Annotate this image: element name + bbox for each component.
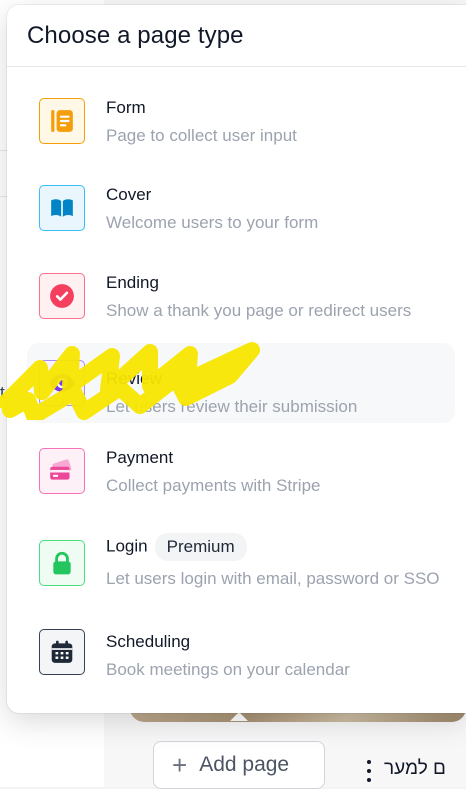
eye-icon: [39, 360, 85, 406]
page-type-review[interactable]: Review Let users review their submission: [27, 343, 455, 423]
book-open-icon: [39, 185, 85, 231]
item-title: Review: [106, 369, 162, 388]
item-description: Let users login with email, password or …: [106, 569, 440, 588]
form-icon: [39, 98, 85, 144]
page-type-dialog: Choose a page type Form Page to collect …: [7, 5, 466, 713]
item-title-row: Login Premium: [106, 533, 247, 561]
page-type-ending[interactable]: Ending Show a thank you page or redirect…: [27, 263, 455, 333]
calendar-icon: [39, 629, 85, 675]
page-type-form[interactable]: Form Page to collect user input: [27, 88, 455, 158]
item-title: Login: [106, 536, 148, 556]
item-title: Payment: [106, 448, 174, 467]
page-type-cover[interactable]: Cover Welcome users to your form: [27, 175, 455, 245]
item-description: Page to collect user input: [106, 126, 297, 145]
add-page-label: Add page: [199, 753, 290, 776]
page-type-payment[interactable]: Payment Collect payments with Stripe: [27, 438, 455, 508]
dialog-title: Choose a page type: [27, 21, 244, 49]
item-description: Let users review their submission: [106, 397, 358, 416]
item-title: Form: [106, 98, 146, 117]
popover-caret: [230, 712, 248, 721]
credit-card-icon: [39, 448, 85, 494]
dialog-header: Choose a page type: [7, 5, 466, 67]
page-type-scheduling[interactable]: Scheduling Book meetings on your calenda…: [27, 619, 455, 689]
add-page-button[interactable]: + Add page: [153, 741, 325, 789]
item-title: Ending: [106, 273, 159, 292]
item-title: Scheduling: [106, 632, 191, 651]
item-description: Welcome users to your form: [106, 213, 319, 232]
plus-icon: +: [172, 750, 188, 780]
page-type-login[interactable]: Login Premium Let users login with email,…: [27, 525, 455, 605]
truncated-text: t: [0, 383, 5, 402]
page-name-text: ם למער: [384, 758, 446, 779]
item-title: Cover: [106, 185, 152, 204]
more-options-icon[interactable]: [362, 760, 376, 782]
item-description: Book meetings on your calendar: [106, 660, 350, 679]
item-description: Collect payments with Stripe: [106, 476, 321, 495]
item-description: Show a thank you page or redirect users: [106, 301, 412, 320]
premium-badge: Premium: [154, 533, 247, 561]
lock-icon: [39, 540, 85, 586]
check-circle-icon: [39, 273, 85, 319]
